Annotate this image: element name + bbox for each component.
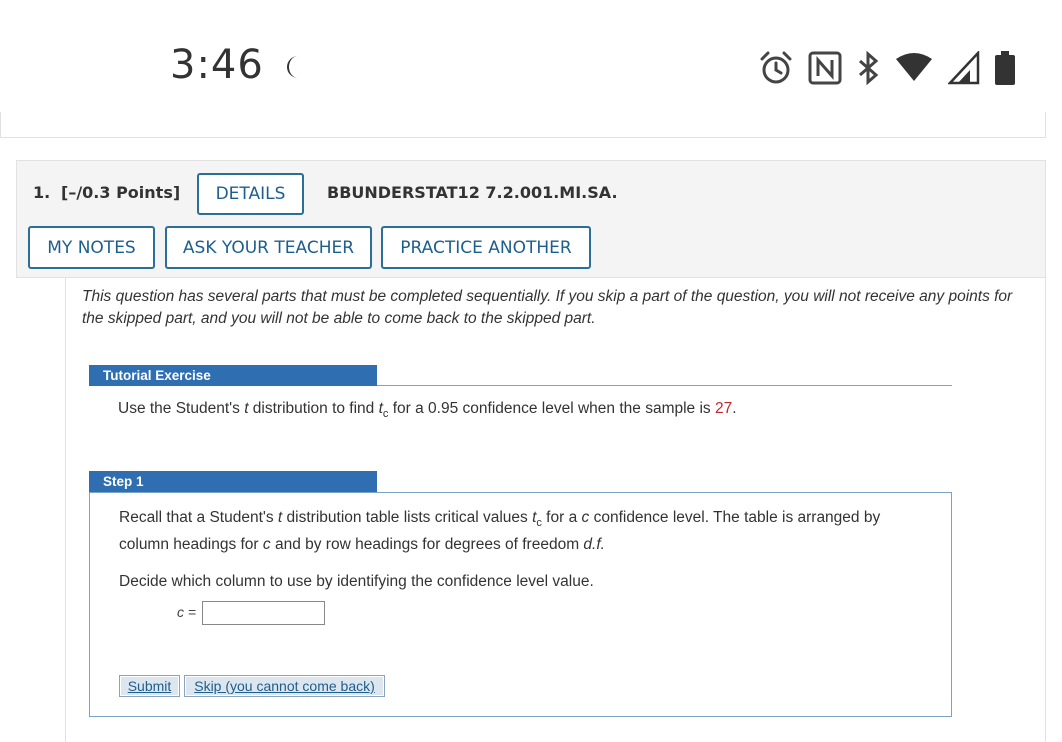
tutorial-text-segment: . [732,400,737,417]
step-1-instruction: Decide which column to use by identifyin… [119,573,594,590]
status-clock: 3:46 [170,42,264,88]
skip-button[interactable]: Skip (you cannot come back) [184,675,385,697]
c-input-label: c = [177,604,197,620]
practice-another-button[interactable]: PRACTICE ANOTHER [381,226,591,269]
question-header: 1. [–/0.3 Points] DETAILS BBUNDERSTAT12 … [16,160,1046,278]
step-1-tab: Step 1 [89,471,377,492]
sample-size-value: 27 [714,400,733,417]
battery-icon [995,51,1015,85]
nfc-icon [808,51,842,85]
step-text-segment: and by row headings for degrees of freed… [270,536,584,554]
tutorial-text-segment: for a 0.95 confidence level when the sam… [388,400,715,417]
my-notes-button[interactable]: MY NOTES [28,226,155,269]
bluetooth-icon [859,51,879,85]
status-bar: 3:46 [0,0,1062,110]
question-number: 1. [33,183,51,202]
ask-teacher-button[interactable]: ASK YOUR TEACHER [165,226,372,269]
step-text-segment: Recall that a Student's [119,509,278,526]
signal-icon [948,51,980,85]
df-variable: d.f. [583,536,605,554]
alarm-icon [760,51,792,84]
submit-button[interactable]: Submit [119,675,180,697]
tutorial-divider [377,385,952,386]
details-button[interactable]: DETAILS [197,173,304,215]
step-1-panel: Recall that a Student's t distribution t… [89,492,952,717]
question-reference: BBUNDERSTAT12 7.2.001.MI.SA. [327,183,618,202]
tutorial-text-segment: distribution to find [248,400,379,417]
page-top-divider [0,112,1046,138]
system-icons [758,48,1016,88]
step-text-segment: distribution table lists critical values [282,509,533,526]
step-text-segment: for a [541,509,582,526]
tutorial-prompt: Use the Student's t distribution to find… [118,400,737,420]
question-content: This question has several parts that mus… [65,278,1046,742]
intro-text: This question has several parts that mus… [82,288,1013,327]
question-points: [–/0.3 Points] [61,183,181,202]
wifi-icon [896,53,932,81]
step-1-explanation: Recall that a Student's t distribution t… [119,507,929,556]
confidence-level-input[interactable] [202,601,325,625]
moon-icon [287,56,298,78]
tutorial-exercise-tab: Tutorial Exercise [89,365,377,386]
c-variable: c [262,536,271,554]
tutorial-text-segment: Use the Student's [118,400,245,417]
